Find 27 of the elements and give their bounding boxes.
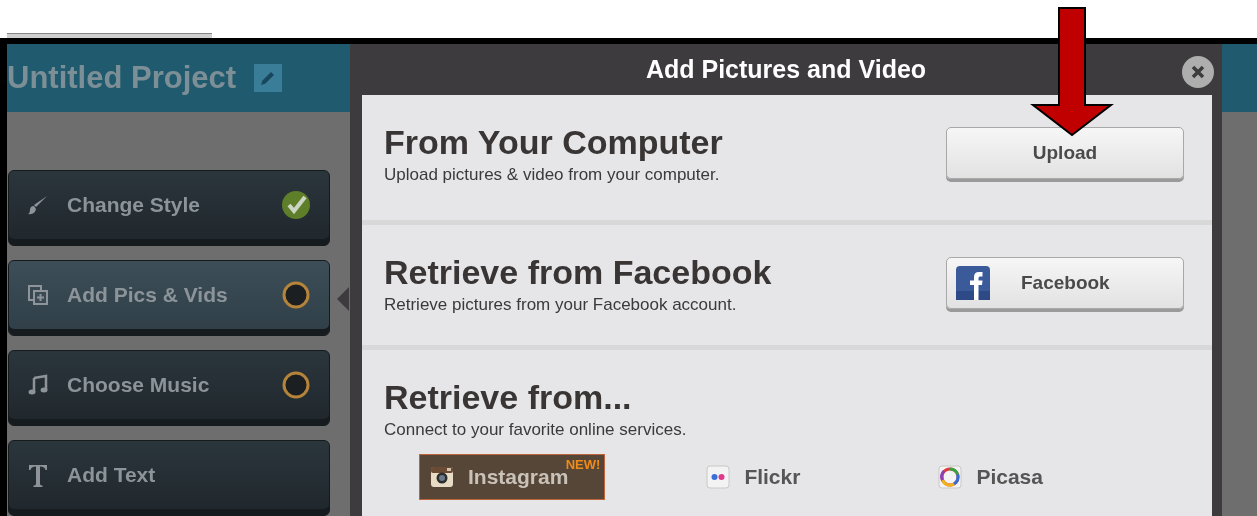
service-button[interactable]: Picasa: [927, 454, 1080, 500]
section-heading: Retrieve from Facebook: [384, 253, 773, 292]
close-button[interactable]: [1182, 56, 1214, 88]
close-icon: [1190, 64, 1206, 80]
new-label: NEW!: [565, 457, 601, 472]
step-button[interactable]: Change Style: [8, 170, 330, 246]
section-heading: Retrieve from...: [384, 378, 633, 417]
brush-icon: [27, 194, 49, 216]
project-title: Untitled Project: [7, 60, 237, 96]
music-note-icon: [27, 374, 49, 396]
section-description: Retrieve pictures from your Facebook account.: [384, 295, 738, 315]
camera-icon: [430, 466, 454, 488]
color-wheel-icon: [938, 465, 963, 489]
section-heading: From Your Computer: [384, 123, 724, 162]
two-dots-icon: [706, 465, 731, 489]
pencil-icon: [260, 70, 277, 86]
service-button[interactable]: Flickr: [695, 454, 838, 500]
section-description: Connect to your favorite online services.: [384, 420, 688, 440]
dialog-title: Add Pictures and Video: [645, 55, 927, 84]
step-button[interactable]: Add Text: [8, 440, 330, 516]
add-pictures-icon: [27, 284, 49, 306]
section-description: Upload pictures & video from your computer.: [384, 165, 721, 185]
step-button[interactable]: Choose Music: [8, 350, 330, 426]
text-icon: [27, 462, 49, 488]
upload-button[interactable]: Upload: [946, 127, 1184, 179]
facebook-icon: [955, 265, 991, 301]
facebook-button[interactable]: Facebook: [946, 257, 1184, 309]
